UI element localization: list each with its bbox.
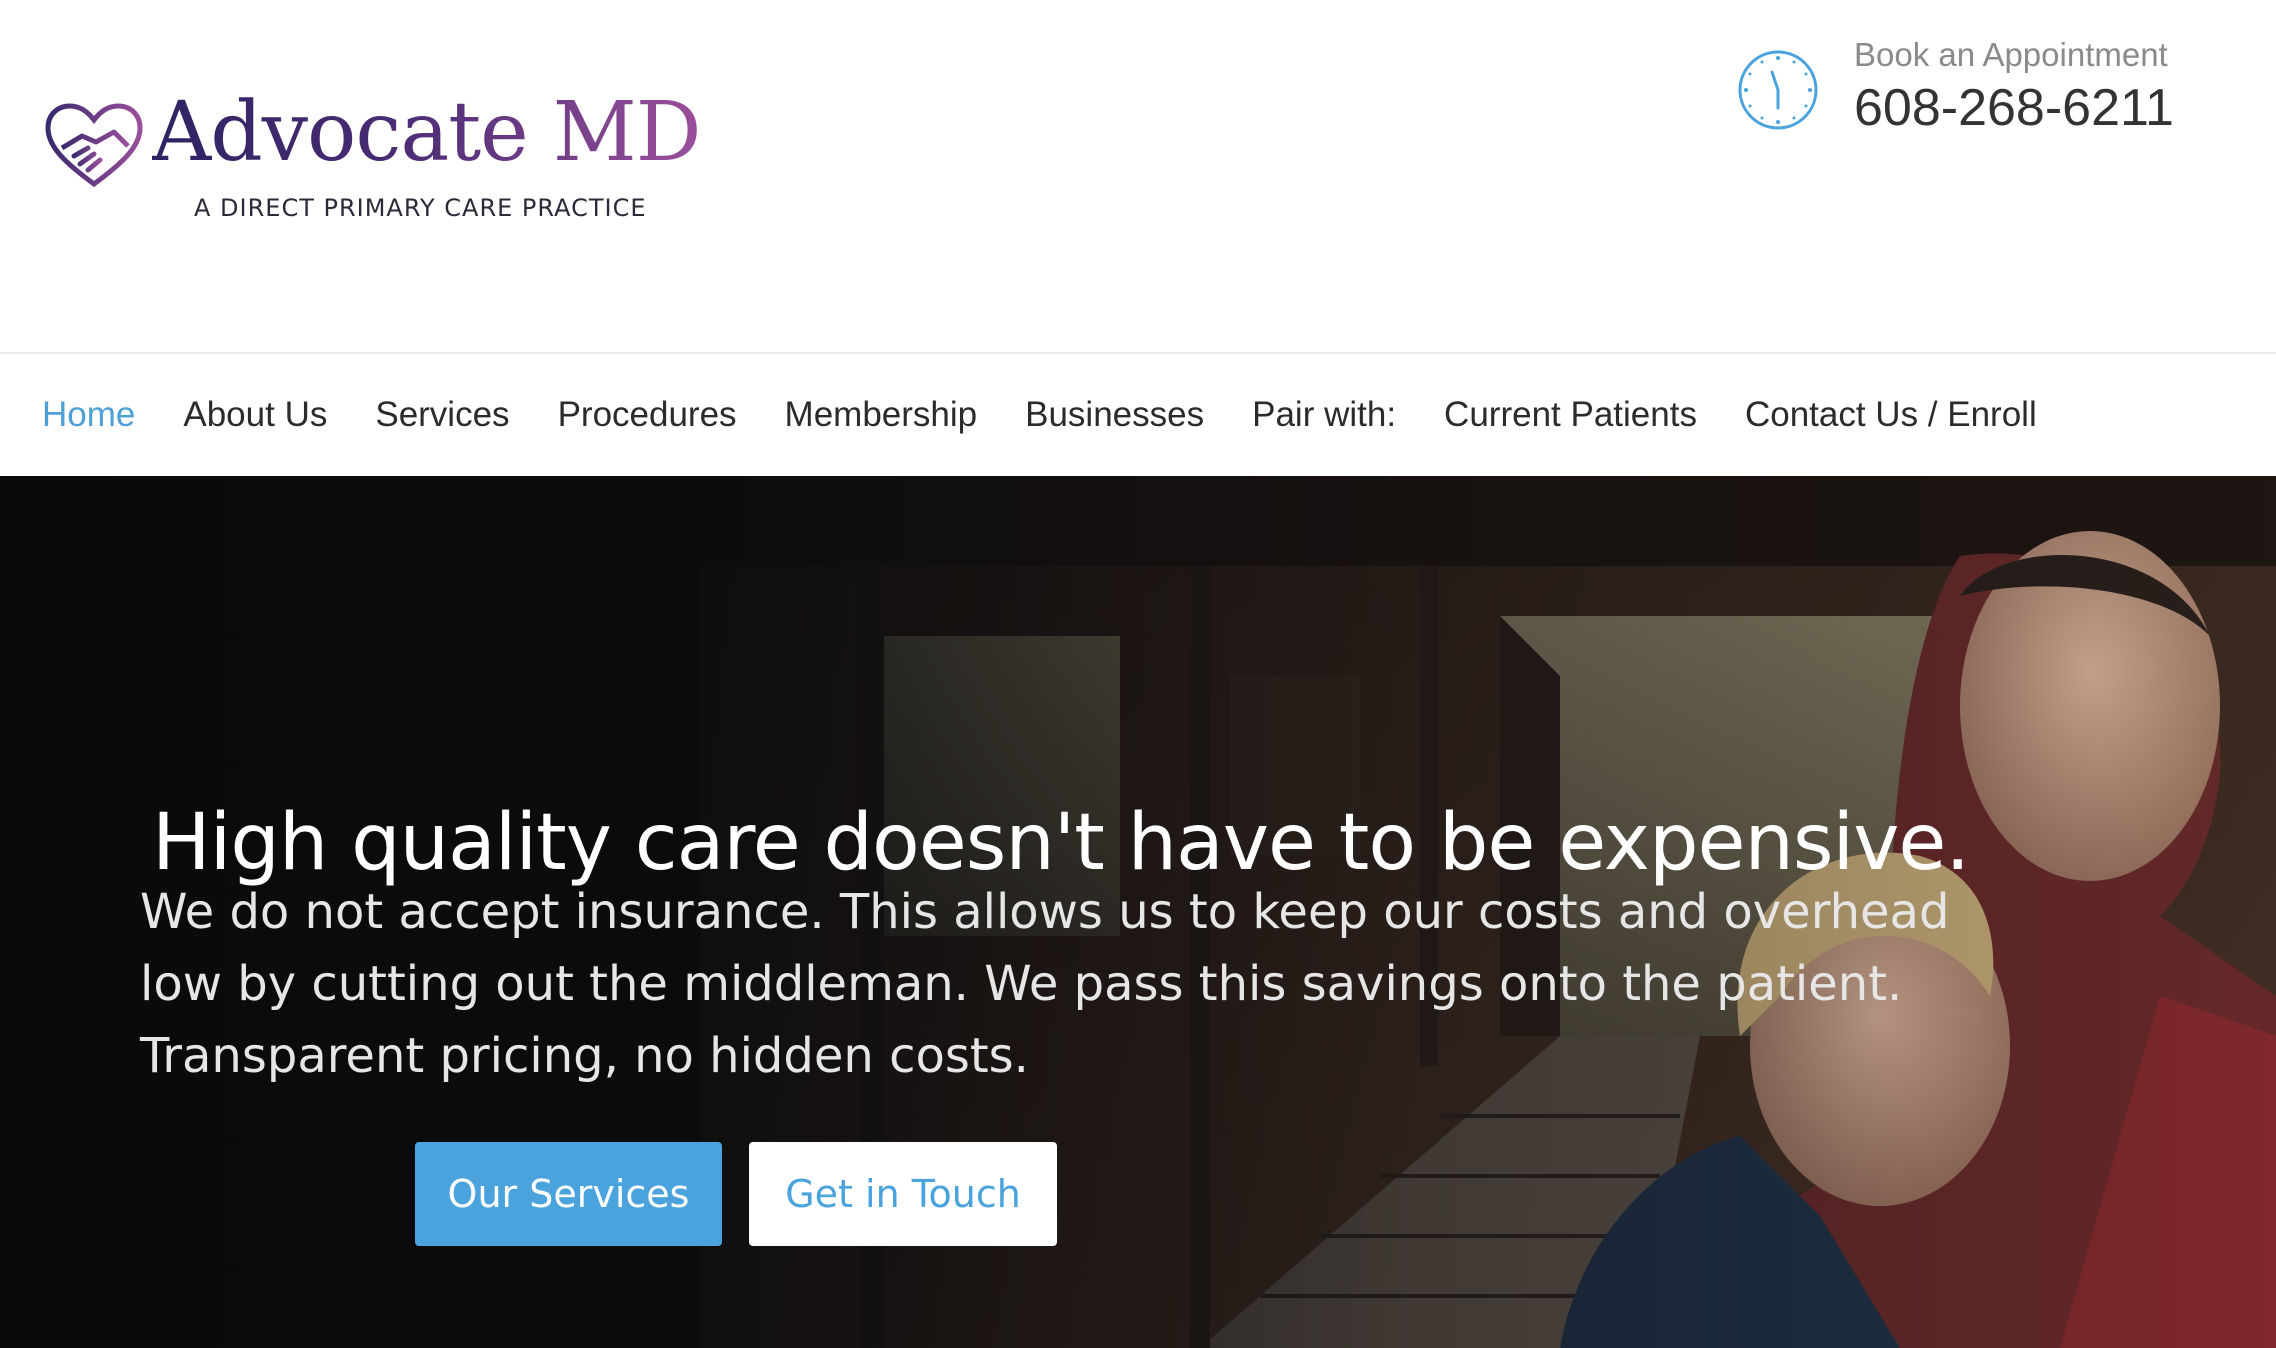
appointment-label: Book an Appointment [1854, 36, 2168, 73]
hero-description: We do not accept insurance. This allows … [140, 876, 1950, 1092]
nav-item-membership[interactable]: Membership [785, 395, 978, 435]
nav-item-about-us[interactable]: About Us [183, 395, 327, 435]
our-services-button[interactable]: Our Services [415, 1142, 722, 1246]
clock-icon [1738, 50, 1818, 130]
get-in-touch-button[interactable]: Get in Touch [749, 1142, 1057, 1246]
main-nav: Home About Us Services Procedures Member… [0, 352, 2276, 476]
nav-item-current-patients[interactable]: Current Patients [1444, 395, 1697, 435]
nav-item-pair-with[interactable]: Pair with: [1252, 395, 1396, 435]
site-header: Advocate MD A DIRECT PRIMARY CARE PRACTI… [0, 0, 2276, 352]
hero-description-line: We do not accept insurance. This allows … [140, 884, 1950, 940]
appointment-block[interactable]: Book an Appointment 608-268-6211 [1736, 36, 2174, 146]
nav-item-procedures[interactable]: Procedures [558, 395, 737, 435]
appointment-phone[interactable]: 608-268-6211 [1854, 78, 2174, 138]
heart-handshake-icon [45, 103, 143, 188]
logo-name: Advocate MD [152, 85, 701, 180]
hero-title: High quality care doesn't have to be exp… [152, 798, 1970, 889]
nav-item-home[interactable]: Home [42, 395, 135, 435]
hero-section: High quality care doesn't have to be exp… [0, 476, 2276, 1348]
hero-description-line: low by cutting out the middleman. We pas… [140, 956, 1903, 1012]
logo-tagline: A DIRECT PRIMARY CARE PRACTICE [194, 194, 647, 222]
hero-description-line: Transparent pricing, no hidden costs. [140, 1028, 1029, 1084]
logo[interactable]: Advocate MD A DIRECT PRIMARY CARE PRACTI… [44, 92, 704, 236]
nav-item-contact-us-enroll[interactable]: Contact Us / Enroll [1745, 395, 2037, 435]
nav-item-businesses[interactable]: Businesses [1025, 395, 1204, 435]
nav-item-services[interactable]: Services [375, 395, 509, 435]
